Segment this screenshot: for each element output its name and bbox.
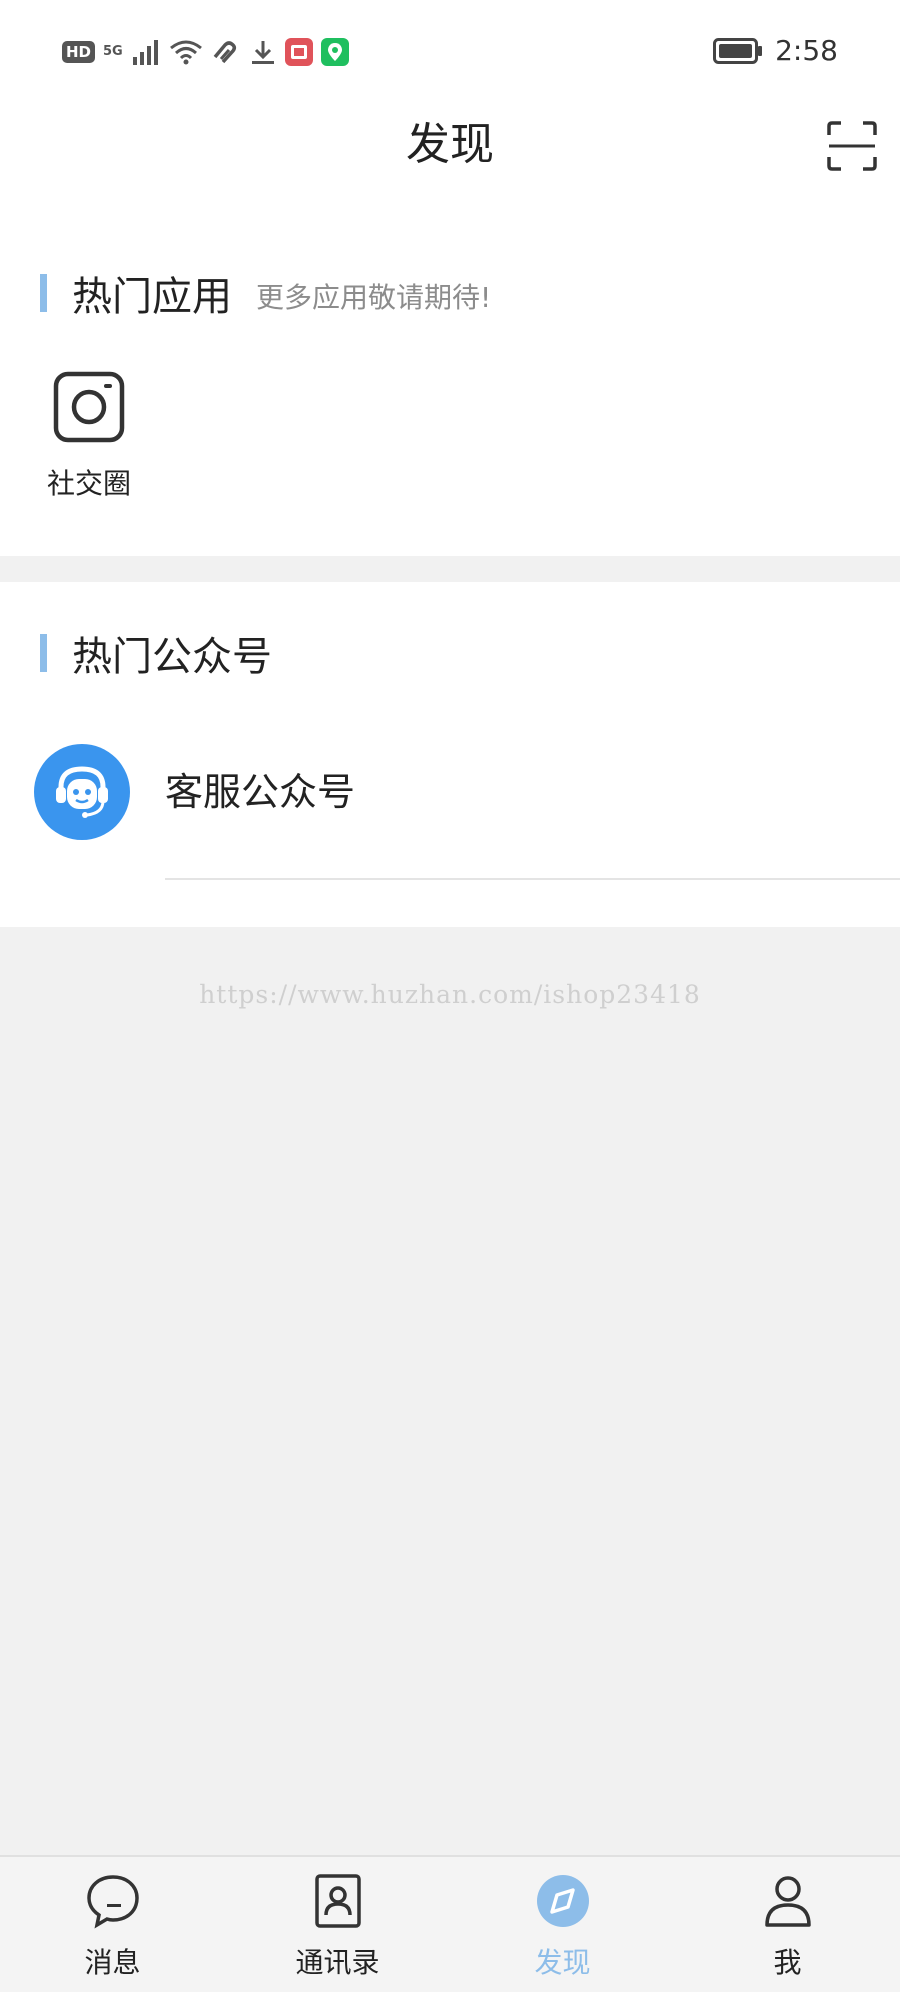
bottom-tab-bar: 消息 通讯录 发现 我 bbox=[0, 1855, 900, 1992]
signal-icon bbox=[132, 40, 158, 65]
person-icon bbox=[764, 1876, 811, 1927]
tab-messages[interactable]: 消息 bbox=[0, 1857, 225, 1992]
page-title: 发现 bbox=[406, 119, 494, 170]
tab-label: 消息 bbox=[84, 1946, 141, 1979]
official-account-item[interactable]: 客服公众号 bbox=[0, 732, 900, 880]
status-icons-left: HD 5G bbox=[62, 38, 349, 66]
section-accent-bar bbox=[40, 634, 47, 672]
customer-service-avatar bbox=[34, 744, 130, 840]
hot-apps-section: 热门应用 更多应用敬请期待! 社交圈 bbox=[0, 220, 900, 556]
scan-icon[interactable] bbox=[826, 120, 878, 172]
title-bar: 发现 bbox=[0, 110, 900, 220]
book-app-icon bbox=[284, 38, 313, 66]
hot-official-accounts-title: 热门公众号 bbox=[72, 634, 272, 680]
app-item-social-circle[interactable]: 社交圈 bbox=[34, 370, 144, 502]
compass-icon bbox=[536, 1875, 589, 1927]
official-account-name: 客服公众号 bbox=[165, 770, 356, 814]
contacts-icon bbox=[314, 1874, 361, 1928]
tab-label: 通讯录 bbox=[295, 1946, 380, 1979]
watermark-text: https://www.huzhan.com/ishop23418 bbox=[199, 980, 701, 1009]
customer-service-icon bbox=[56, 766, 108, 818]
status-bar: HD 5G 2:58 bbox=[0, 0, 900, 110]
tab-label: 我 bbox=[773, 1946, 802, 1979]
tab-discover[interactable]: 发现 bbox=[450, 1857, 675, 1992]
wifi-icon bbox=[169, 40, 202, 65]
hd-badge: HD bbox=[62, 41, 96, 63]
hot-apps-header: 热门应用 更多应用敬请期待! bbox=[40, 264, 491, 322]
tab-label: 发现 bbox=[534, 1946, 591, 1979]
hotspot-link-icon bbox=[213, 41, 236, 64]
hot-apps-title: 热门应用 bbox=[72, 274, 232, 320]
network-type: 5G bbox=[103, 44, 123, 59]
hot-apps-subtitle: 更多应用敬请期待! bbox=[256, 281, 492, 314]
camera-icon bbox=[53, 371, 125, 443]
clock: 2:58 bbox=[775, 34, 838, 67]
app-label: 社交圈 bbox=[46, 467, 131, 500]
hot-official-accounts-section: 热门公众号 客服公众号 bbox=[0, 582, 900, 927]
chat-bubble-icon bbox=[86, 1875, 139, 1929]
hot-official-accounts-header: 热门公众号 bbox=[40, 624, 272, 682]
section-accent-bar bbox=[40, 274, 47, 312]
tab-me[interactable]: 我 bbox=[675, 1857, 900, 1992]
status-icons-right: 2:58 bbox=[713, 34, 838, 67]
tab-contacts[interactable]: 通讯录 bbox=[225, 1857, 450, 1992]
divider bbox=[165, 878, 900, 880]
location-app-icon bbox=[320, 38, 349, 66]
download-icon bbox=[251, 41, 274, 64]
battery-icon bbox=[713, 37, 763, 64]
